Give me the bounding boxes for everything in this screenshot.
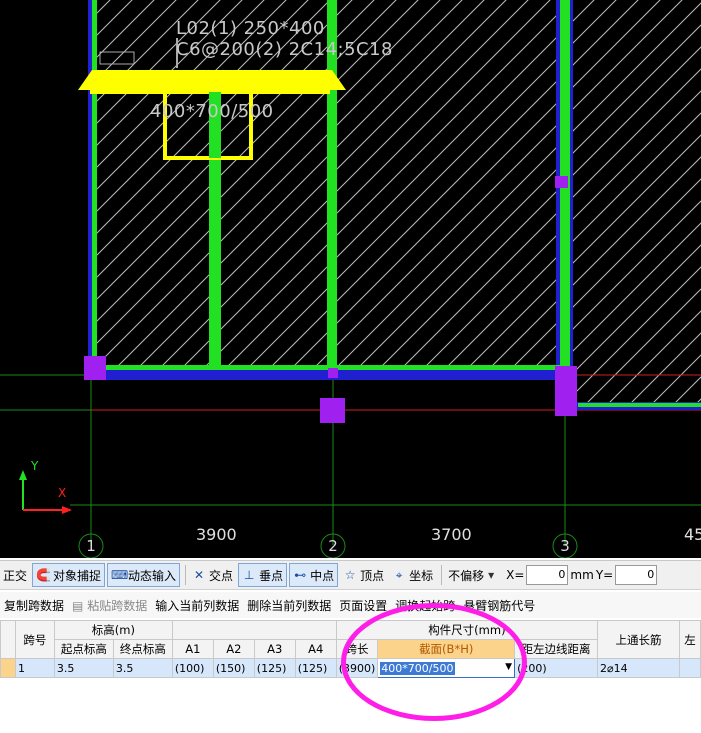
intersection-snap[interactable]: ✕ 交点: [189, 564, 236, 586]
midpoint-label: 中点: [310, 568, 335, 583]
y-label: Y=: [595, 568, 614, 582]
vertex-label: 顶点: [360, 568, 385, 583]
col-left[interactable]: 左: [678, 620, 701, 659]
col-a1[interactable]: A1: [171, 639, 214, 659]
axis-3: 3: [560, 537, 570, 555]
cross-icon: ✕: [194, 568, 205, 582]
cell-start-elev[interactable]: 3.5: [53, 658, 114, 678]
cell-span-no[interactable]: 1: [14, 658, 55, 678]
cad-drawing: [0, 0, 701, 558]
magnet-icon: 🧲: [36, 568, 51, 582]
snap-toolbar: 正交 🧲 对象捕捉 ⌨ 动态输入 ✕ 交点 ⊥ 垂点 ⊷ 中点 ☆ 顶点 ⌖ 坐标 不偏移 ▾ …: [0, 560, 701, 590]
x-label: X=: [506, 568, 525, 582]
dimension-1: 3900: [196, 525, 237, 544]
coordinate-label: 坐标: [409, 568, 434, 583]
cad-drawing-canvas[interactable]: L02(1) 250*400 C6@200(2) 2C14;5C18 400*7…: [0, 0, 701, 558]
mm-label: mm: [570, 568, 594, 582]
dynamic-input-toggle[interactable]: ⌨ 动态输入: [107, 563, 181, 587]
cell-top-rebar[interactable]: 2⌀14: [597, 658, 680, 678]
coordinate-icon: ⌖: [395, 568, 403, 582]
vertex-snap[interactable]: ☆ 顶点: [340, 564, 387, 586]
axis-2: 2: [328, 537, 338, 555]
highlight-annotation-circle: [341, 603, 527, 721]
midpoint-snap[interactable]: ⊷ 中点: [289, 563, 339, 587]
axis-1: 1: [86, 537, 96, 555]
col-left-edge[interactable]: 距左边线距离: [514, 639, 599, 659]
cell-a2[interactable]: (150): [212, 658, 255, 678]
dimension-3: 45: [684, 525, 701, 544]
col-start-elev[interactable]: 起点标高: [53, 639, 114, 659]
object-snap-label: 对象捕捉: [53, 568, 102, 583]
col-top-rebar[interactable]: 上通长筋: [597, 620, 680, 659]
ucs-y-label: Y: [31, 459, 39, 473]
coordinate-snap[interactable]: ⌖ 坐标: [389, 564, 436, 586]
col-group-elevation: 标高(m): [53, 620, 173, 640]
separator: [441, 565, 443, 585]
ortho-toggle[interactable]: 正交: [0, 564, 30, 586]
cell-a3[interactable]: (125): [253, 658, 296, 678]
page-setup-button[interactable]: 页面设置: [339, 597, 387, 614]
offset-value: 不偏移: [448, 568, 485, 583]
paste-icon: ▤: [72, 598, 84, 613]
input-column-button[interactable]: 输入当前列数据: [155, 597, 239, 614]
cell-a1[interactable]: (100): [171, 658, 214, 678]
perpendicular-icon: ⊥: [243, 568, 255, 582]
object-snap-toggle[interactable]: 🧲 对象捕捉: [32, 563, 106, 587]
ortho-label: 正交: [3, 568, 28, 583]
y-coordinate-input[interactable]: 0: [615, 565, 658, 585]
col-a4[interactable]: A4: [294, 639, 337, 659]
copy-span-button[interactable]: 复制跨数据: [4, 597, 64, 614]
chevron-down-icon: ▾: [488, 568, 495, 582]
beam-label-line2: C6@200(2) 2C14;5C18: [176, 39, 394, 60]
midpoint-icon: ⊷: [294, 568, 307, 582]
col-end-elev[interactable]: 终点标高: [112, 639, 173, 659]
paste-span-button[interactable]: ▤ 粘贴跨数据: [72, 597, 147, 614]
ucs-x-label: X: [58, 486, 67, 500]
dynamic-input-label: 动态输入: [128, 568, 177, 583]
separator: [185, 565, 187, 585]
span-toolbar: 复制跨数据 ▤ 粘贴跨数据 输入当前列数据 删除当前列数据 页面设置 调换起始跨…: [0, 592, 701, 618]
col-a2[interactable]: A2: [212, 639, 255, 659]
cell-a4[interactable]: (125): [294, 658, 337, 678]
col-span-no[interactable]: 跨号: [14, 620, 55, 659]
perpendicular-label: 垂点: [259, 568, 284, 583]
beam-label-line1: L02(1) 250*400: [176, 18, 325, 39]
col-group-blank: [171, 620, 337, 640]
keyboard-icon: ⌨: [111, 568, 129, 582]
col-a3[interactable]: A3: [253, 639, 296, 659]
section-label: 400*700/500: [150, 101, 274, 122]
cell-end-elev[interactable]: 3.5: [112, 658, 173, 678]
x-coordinate-input[interactable]: 0: [526, 565, 569, 585]
cell-left-edge[interactable]: (200): [514, 658, 599, 678]
vertex-icon: ☆: [344, 568, 356, 582]
intersection-label: 交点: [209, 568, 234, 583]
perpendicular-snap[interactable]: ⊥ 垂点: [238, 563, 288, 587]
delete-column-button[interactable]: 删除当前列数据: [247, 597, 331, 614]
row-indicator[interactable]: [0, 658, 16, 678]
row-header-corner: [0, 620, 16, 659]
paste-span-label: 粘贴跨数据: [87, 598, 148, 613]
offset-dropdown[interactable]: 不偏移 ▾: [445, 564, 504, 586]
dimension-2: 3700: [431, 525, 472, 544]
cell-left[interactable]: [678, 658, 701, 678]
